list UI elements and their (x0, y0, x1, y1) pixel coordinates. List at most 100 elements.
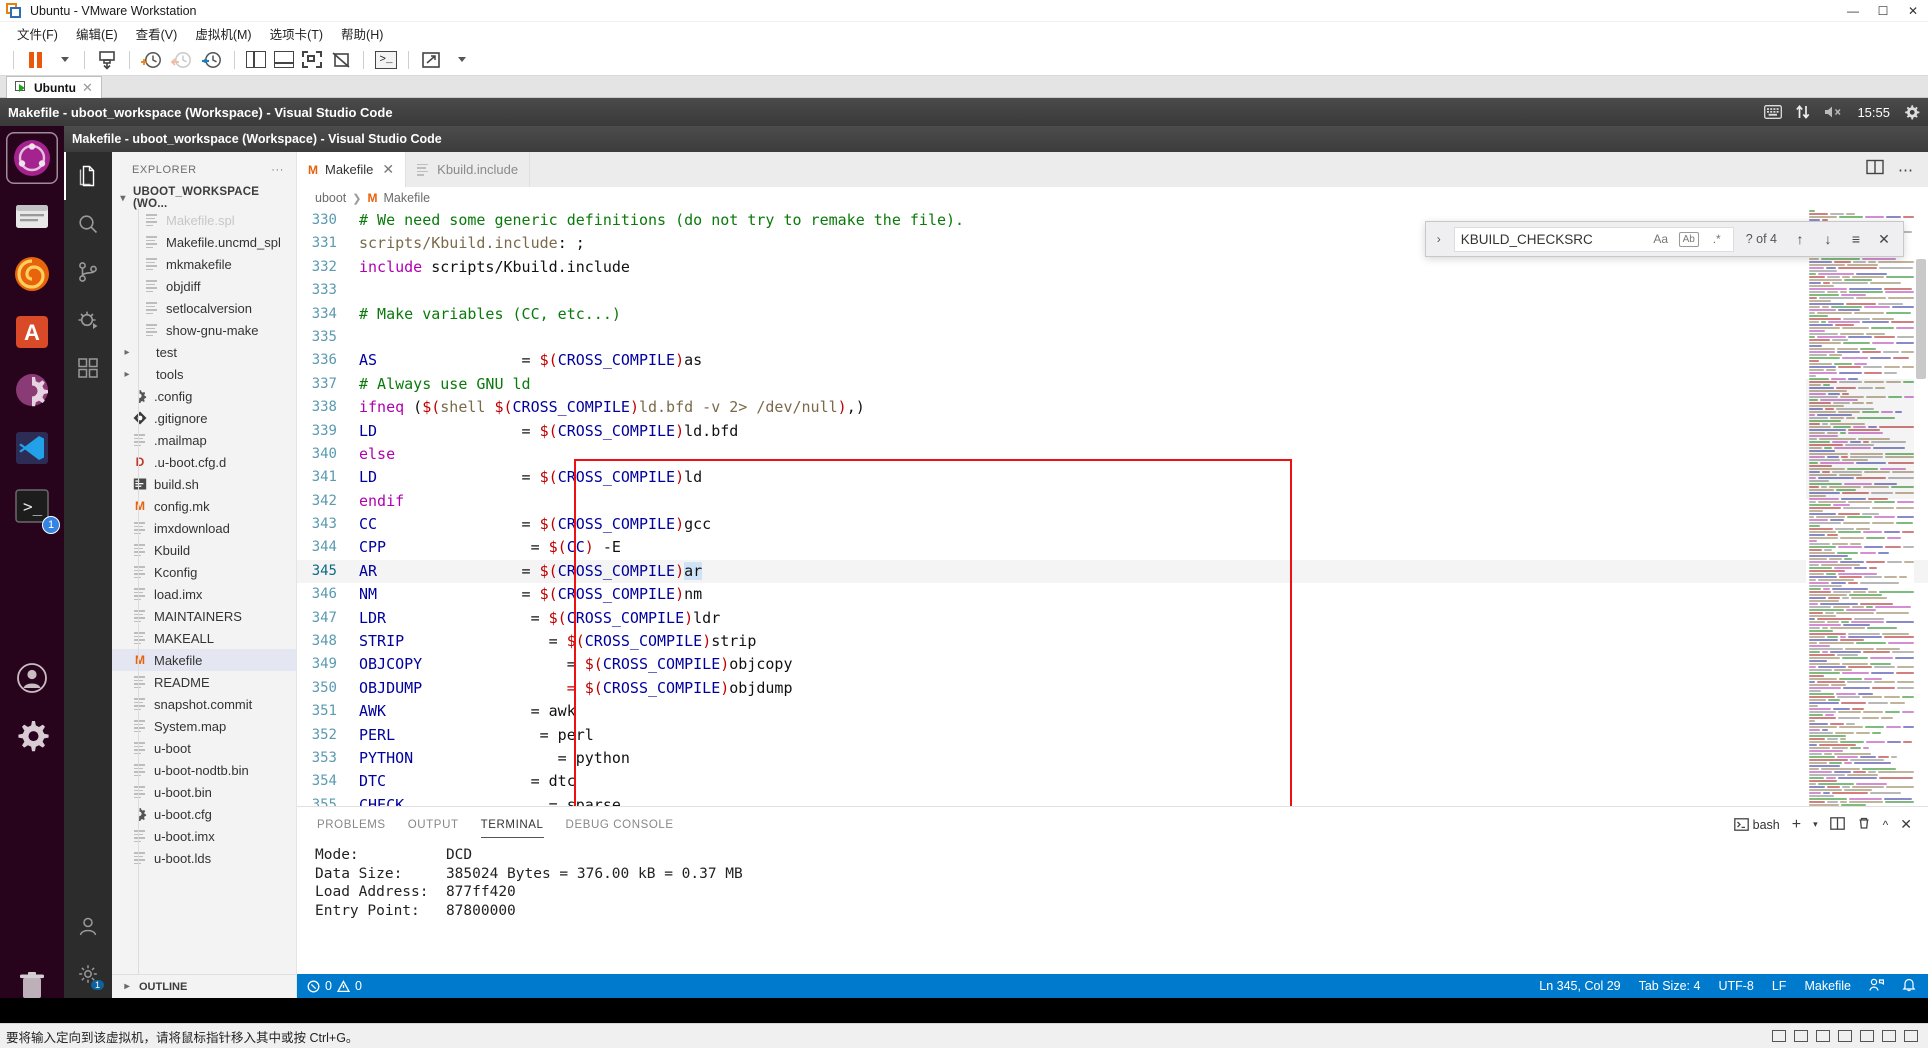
usb-icon[interactable] (1838, 1030, 1852, 1042)
explorer-item--mailmap[interactable]: .mailmap (112, 429, 296, 451)
activity-extensions[interactable] (64, 344, 112, 392)
code-text[interactable]: CPP = $(CC) -E (359, 536, 1928, 559)
code-line[interactable]: 337 # Always use GNU ld (297, 373, 1928, 396)
stretch-icon[interactable] (416, 47, 446, 73)
launcher-item-user[interactable] (6, 652, 58, 704)
tab-makefile[interactable]: M Makefile ✕ (297, 152, 407, 187)
printer-icon[interactable] (1882, 1030, 1896, 1042)
launcher-item-system-settings[interactable] (6, 710, 58, 762)
split-terminal-icon[interactable] (1829, 816, 1845, 833)
editor-minimap[interactable] (1806, 209, 1914, 806)
explorer-item-kconfig[interactable]: Kconfig (112, 561, 296, 583)
code-line[interactable]: 352 PERL = perl (297, 724, 1928, 747)
sound-card-icon[interactable] (1860, 1030, 1874, 1042)
terminal-icon[interactable]: >_ (371, 47, 401, 73)
launcher-item-files[interactable] (6, 190, 58, 242)
code-text[interactable]: NM = $(CROSS_COMPILE)nm (359, 583, 1928, 606)
code-line[interactable]: 340 else (297, 443, 1928, 466)
explorer-item-u-boot-cfg[interactable]: u-boot.cfg (112, 803, 296, 825)
explorer-item-snapshot-commit[interactable]: snapshot.commit (112, 693, 296, 715)
snapshot-take-icon[interactable] (92, 47, 122, 73)
status-tab-size[interactable]: Tab Size: 4 (1639, 979, 1701, 993)
explorer-item--config[interactable]: .config (112, 385, 296, 407)
code-text[interactable]: OBJCOPY = $(CROSS_COMPILE)objcopy (359, 653, 1928, 676)
scrollbar-thumb[interactable] (1916, 259, 1926, 379)
find-input[interactable]: KBUILD_CHECKSRC Aa Ab .* (1453, 226, 1734, 252)
close-button[interactable]: ✕ (1898, 0, 1928, 22)
terminal-output[interactable]: Mode: DCD Data Size: 385024 Bytes = 376.… (297, 842, 1928, 974)
whole-word-icon[interactable]: Ab (1678, 231, 1699, 247)
launcher-item-terminal[interactable]: >_ 1 (6, 480, 60, 534)
code-line[interactable]: 332 include scripts/Kbuild.include (297, 256, 1928, 279)
explorer-item-readme[interactable]: README (112, 671, 296, 693)
explorer-item-load-imx[interactable]: load.imx (112, 583, 296, 605)
explorer-root-folder[interactable]: ▾ UBOOT_WORKSPACE (WO... (112, 186, 296, 210)
explorer-item-makefile-spl[interactable]: Makefile.spl (112, 209, 296, 231)
maximize-button[interactable]: ☐ (1868, 0, 1898, 22)
more-actions-icon[interactable]: ⋯ (1898, 161, 1914, 179)
panel-tab-problems[interactable]: PROBLEMS (317, 807, 386, 842)
explorer-item-setlocalversion[interactable]: setlocalversion (112, 297, 296, 319)
panel-tab-debug-console[interactable]: DEBUG CONSOLE (566, 807, 674, 842)
snapshot-settings-icon[interactable] (197, 47, 227, 73)
explorer-item-kbuild[interactable]: Kbuild (112, 539, 296, 561)
code-text[interactable]: include scripts/Kbuild.include (359, 256, 1928, 279)
explorer-file-tree[interactable]: Makefile.spl Makefile.uncmd_spl mkmakefile… (112, 209, 296, 974)
panel-tab-terminal[interactable]: TERMINAL (480, 807, 544, 842)
code-text[interactable]: ifneq ($(shell $(CROSS_COMPILE)ld.bfd -v… (359, 396, 1928, 419)
stretch-caret[interactable] (446, 47, 474, 73)
unity-mode-icon[interactable] (326, 47, 356, 73)
launcher-item-settings[interactable] (6, 364, 58, 416)
activity-manage[interactable]: 1 (64, 950, 112, 998)
vm-tab-close-icon[interactable]: ✕ (82, 80, 93, 96)
status-language-mode[interactable]: Makefile (1804, 979, 1851, 993)
explorer-item-mkmakefile[interactable]: mkmakefile (112, 253, 296, 275)
activity-debug[interactable] (64, 296, 112, 344)
ubuntu-clock[interactable]: 15:55 (1857, 105, 1890, 120)
find-next-button[interactable]: ↓ (1817, 231, 1839, 247)
find-close-button[interactable]: ✕ (1873, 231, 1895, 248)
cd-drive-icon[interactable] (1794, 1030, 1808, 1042)
find-widget[interactable]: › KBUILD_CHECKSRC Aa Ab .* ? of 4 ↑ ↓ ≡ (1424, 221, 1904, 257)
show-console-icon[interactable] (270, 47, 298, 73)
menu-edit[interactable]: 编辑(E) (67, 22, 127, 45)
explorer-item-maintainers[interactable]: MAINTAINERS (112, 605, 296, 627)
code-line[interactable]: 347 LDR = $(CROSS_COMPILE)ldr (297, 607, 1928, 630)
explorer-item-tools[interactable]: ▸ tools (112, 363, 296, 385)
explorer-item-u-boot-bin[interactable]: u-boot.bin (112, 781, 296, 803)
status-eol[interactable]: LF (1772, 979, 1787, 993)
panel-tab-output[interactable]: OUTPUT (408, 807, 459, 842)
gear-icon[interactable] (1903, 104, 1920, 121)
kill-terminal-icon[interactable] (1857, 816, 1871, 833)
explorer-item-u-boot-imx[interactable]: u-boot.imx (112, 825, 296, 847)
code-lines-container[interactable]: 330 # We need some generic definitions (d… (297, 209, 1928, 806)
code-line[interactable]: 354 DTC = dtc (297, 770, 1928, 793)
code-line[interactable]: 350 OBJDUMP = $(CROSS_COMPILE)objdump (297, 677, 1928, 700)
explorer-item-imxdownload[interactable]: imxdownload (112, 517, 296, 539)
code-text[interactable]: else (359, 443, 1928, 466)
feedback-icon[interactable] (1869, 978, 1885, 995)
breadcrumb-item-uboot[interactable]: uboot (315, 191, 346, 205)
explorer-more-icon[interactable]: ··· (271, 164, 284, 176)
explorer-item-test[interactable]: ▸ test (112, 341, 296, 363)
code-text[interactable]: endif (359, 490, 1928, 513)
keyboard-icon[interactable] (1764, 105, 1783, 119)
find-previous-button[interactable]: ↑ (1789, 231, 1811, 247)
pause-dropdown-caret[interactable] (49, 47, 77, 73)
code-line[interactable]: 349 OBJCOPY = $(CROSS_COMPILE)objcopy (297, 653, 1928, 676)
hard-disk-icon[interactable] (1772, 1030, 1786, 1042)
launcher-item-dash[interactable] (6, 132, 58, 184)
explorer-item-makefile-uncmd-spl[interactable]: Makefile.uncmd_spl (112, 231, 296, 253)
code-line[interactable]: 343 CC = $(CROSS_COMPILE)gcc (297, 513, 1928, 536)
show-sidebar-icon[interactable] (242, 47, 270, 73)
code-text[interactable]: STRIP = $(CROSS_COMPILE)strip (359, 630, 1928, 653)
maximize-panel-icon[interactable]: ^ (1883, 818, 1889, 832)
new-terminal-icon[interactable]: + (1792, 816, 1801, 834)
snapshot-manager-icon[interactable] (137, 47, 167, 73)
code-line[interactable]: 333 (297, 279, 1928, 302)
tab-kbuild-include[interactable]: Kbuild.include (406, 152, 531, 187)
status-encoding[interactable]: UTF-8 (1718, 979, 1753, 993)
code-text[interactable]: # Make variables (CC, etc...) (359, 303, 1928, 326)
bell-icon[interactable] (1902, 977, 1916, 995)
explorer-item-build-sh[interactable]: build.sh (112, 473, 296, 495)
